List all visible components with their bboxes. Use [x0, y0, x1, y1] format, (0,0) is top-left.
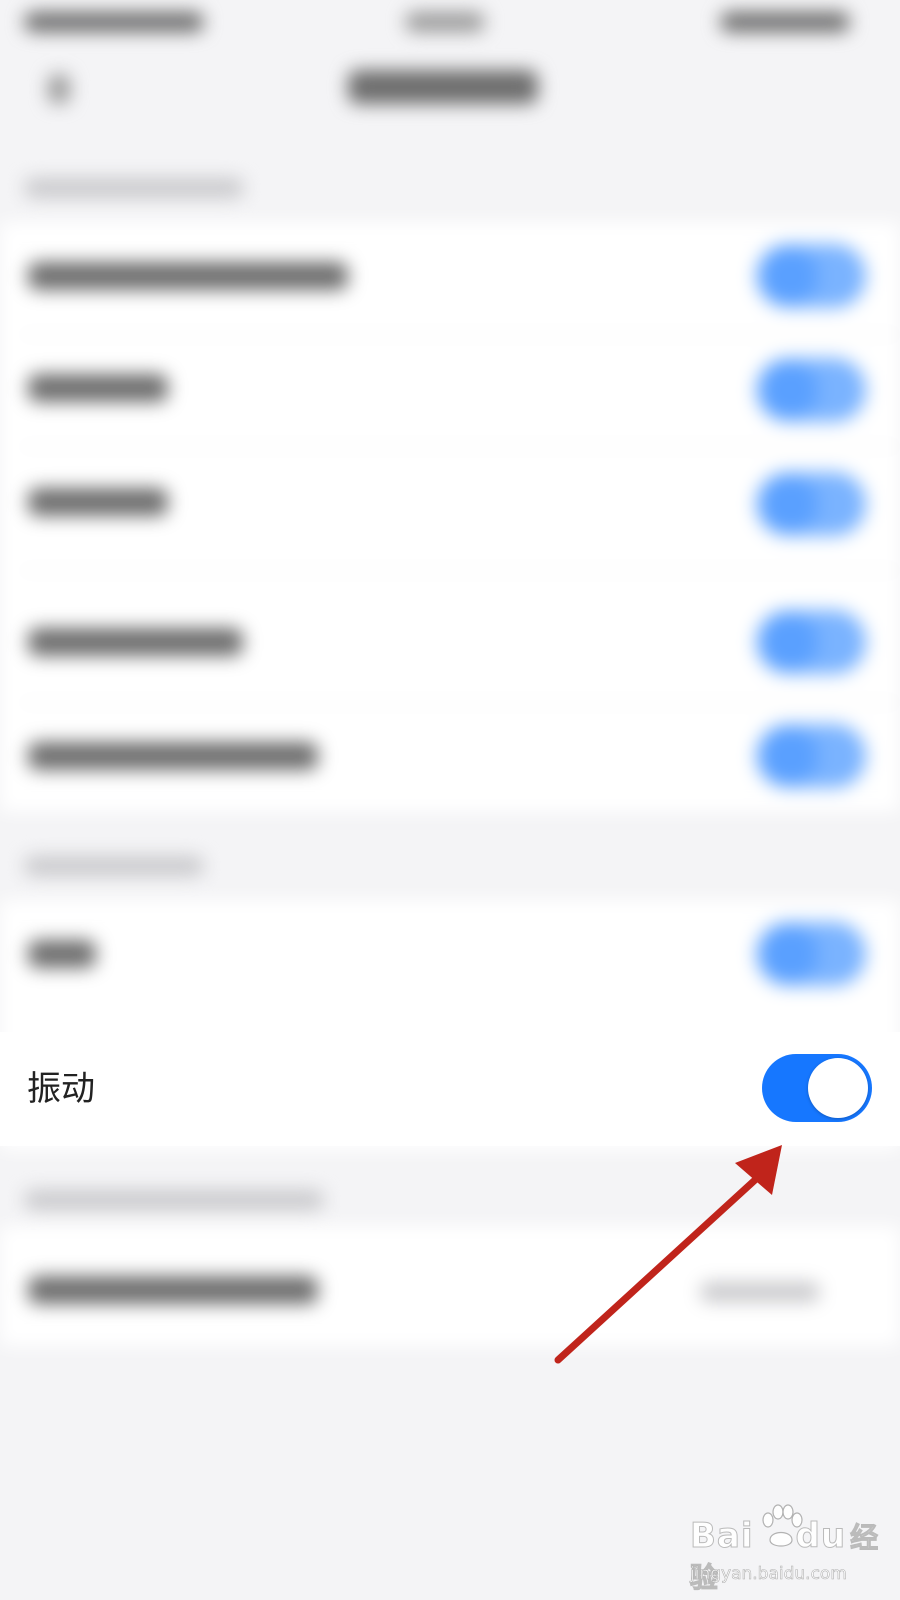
divider — [20, 334, 900, 335]
baidu-jingyan-watermark: Bai du 经验 jingyan.baidu.com — [686, 1500, 886, 1595]
divider — [20, 702, 900, 703]
status-bar-carrier — [24, 12, 204, 32]
status-bar-battery — [720, 12, 850, 32]
setting-row-label — [28, 488, 168, 516]
setting-toggle[interactable] — [756, 472, 866, 536]
setting-row-label — [28, 1276, 318, 1304]
blurred-background — [0, 0, 900, 1600]
setting-row-label — [28, 628, 243, 656]
status-bar-time — [405, 12, 485, 32]
watermark-url: jingyan.baidu.com — [690, 1564, 847, 1585]
nav-title — [348, 70, 538, 104]
setting-row-label — [28, 262, 348, 290]
setting-toggle[interactable] — [756, 244, 866, 308]
toggle-knob — [808, 1058, 868, 1118]
setting-row-label — [28, 374, 168, 402]
section-header — [24, 1190, 324, 1210]
setting-row-value — [700, 1282, 820, 1302]
setting-row-vibrate: 振动 — [0, 1032, 900, 1146]
setting-toggle[interactable] — [756, 358, 866, 422]
divider — [20, 570, 900, 571]
vibrate-toggle[interactable] — [762, 1054, 872, 1122]
setting-toggle[interactable] — [756, 724, 866, 788]
nav-back-icon[interactable] — [48, 74, 70, 104]
setting-toggle[interactable] — [756, 922, 866, 986]
paw-icon — [762, 1504, 803, 1547]
vibrate-label: 振动 — [27, 1069, 95, 1109]
section-header — [24, 178, 244, 198]
setting-row-label — [28, 940, 96, 968]
setting-row-label — [28, 742, 318, 770]
setting-toggle[interactable] — [756, 610, 866, 674]
divider — [20, 446, 900, 447]
section-header — [24, 856, 204, 876]
